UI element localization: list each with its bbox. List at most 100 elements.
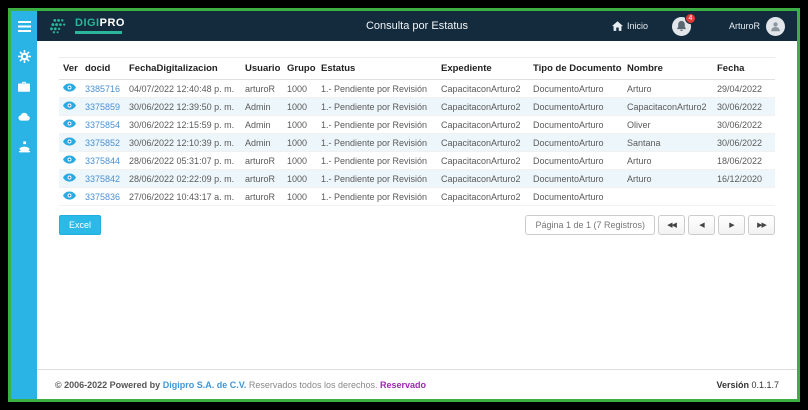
cell-usuario: Admin — [241, 133, 283, 152]
cell-estatus: 1.- Pendiente por Revisión — [317, 79, 437, 98]
cell-expediente: CapacitaconArturo2 — [437, 133, 529, 152]
pagination-next-button[interactable]: ▶ — [718, 215, 745, 235]
logo-tagline-bar — [75, 31, 122, 34]
docid-link[interactable]: 3375842 — [85, 174, 120, 184]
cell-ver — [59, 187, 81, 206]
cell-fecha: 16/12/2020 — [713, 169, 775, 188]
top-header: DIGIPRO Consulta por Estatus Inicio 4 Ar… — [37, 11, 797, 41]
reserved-link[interactable]: Reservado — [380, 380, 426, 390]
hand-icon[interactable] — [17, 140, 31, 153]
notification-badge: 4 — [684, 12, 696, 24]
pagination-last-button[interactable]: ▶▶ — [748, 215, 775, 235]
cloud-icon[interactable] — [17, 110, 31, 123]
footer: © 2006-2022 Powered by Digipro S.A. de C… — [37, 369, 797, 399]
cell-grupo: 1000 — [283, 115, 317, 134]
view-eye-icon[interactable] — [63, 101, 76, 110]
logo-pro: PRO — [99, 17, 125, 30]
gear-icon[interactable] — [17, 50, 31, 63]
cell-docid: 3385716 — [81, 79, 125, 98]
cell-ver — [59, 169, 81, 188]
column-header: FechaDigitalizacion — [125, 57, 241, 80]
cell-expediente: CapacitaconArturo2 — [437, 79, 529, 98]
cell-nombre: Arturo — [623, 79, 713, 98]
table-header-row: Ver docid FechaDigitalizacion Usuario Grupo E… — [59, 57, 775, 80]
digipro-logo[interactable]: DIGIPRO — [49, 18, 125, 34]
logo-dots-icon — [50, 18, 66, 34]
table-row: 3375854 30/06/2022 12:15:59 p. m. Admin … — [59, 115, 775, 134]
docid-link[interactable]: 3385716 — [85, 84, 120, 94]
table-body: 3385716 04/07/2022 12:40:48 p. m. arturo… — [59, 79, 775, 206]
column-header: Nombre — [623, 57, 713, 80]
header-actions: Inicio 4 ArturoR — [611, 12, 785, 36]
cell-expediente: CapacitaconArturo2 — [437, 115, 529, 134]
column-header: Expediente — [437, 57, 529, 80]
pagination-summary: Página 1 de 1 (7 Registros) — [525, 215, 655, 235]
cell-fecha: 30/06/2022 — [713, 133, 775, 152]
view-eye-icon[interactable] — [63, 83, 76, 92]
cell-usuario: arturoR — [241, 79, 283, 98]
cell-estatus: 1.- Pendiente por Revisión — [317, 169, 437, 188]
view-eye-icon[interactable] — [63, 173, 76, 182]
cell-ver — [59, 97, 81, 116]
cell-ver — [59, 151, 81, 170]
cell-ver — [59, 115, 81, 134]
docid-link[interactable]: 3375854 — [85, 120, 120, 130]
cell-grupo: 1000 — [283, 97, 317, 116]
docid-link[interactable]: 3375844 — [85, 156, 120, 166]
column-header: Usuario — [241, 57, 283, 80]
view-eye-icon[interactable] — [63, 191, 76, 200]
view-eye-icon[interactable] — [63, 155, 76, 164]
excel-export-button[interactable]: Excel — [59, 215, 102, 235]
cell-docid: 3375852 — [81, 133, 125, 152]
rights-text: Reservados todos los derechos. — [248, 379, 378, 390]
cell-grupo: 1000 — [283, 79, 317, 98]
docid-link[interactable]: 3375859 — [85, 102, 120, 112]
cell-tipo-documento: DocumentoArturo — [529, 133, 623, 152]
cell-docid: 3375859 — [81, 97, 125, 116]
user-menu[interactable]: ArturoR — [729, 16, 785, 36]
cell-estatus: 1.- Pendiente por Revisión — [317, 97, 437, 116]
cell-fecha-digitalizacion: 30/06/2022 12:15:59 p. m. — [125, 115, 241, 134]
table-row: 3385716 04/07/2022 12:40:48 p. m. arturo… — [59, 79, 775, 98]
cell-fecha: 29/04/2022 — [713, 79, 775, 98]
cell-fecha-digitalizacion: 30/06/2022 12:10:39 p. m. — [125, 133, 241, 152]
cell-estatus: 1.- Pendiente por Revisión — [317, 133, 437, 152]
cell-nombre: Arturo — [623, 169, 713, 188]
cell-tipo-documento: DocumentoArturo — [529, 151, 623, 170]
company-link[interactable]: Digipro S.A. de C.V. — [163, 380, 247, 390]
cell-expediente: CapacitaconArturo2 — [437, 97, 529, 116]
inicio-label: Inicio — [626, 21, 648, 31]
cell-estatus: 1.- Pendiente por Revisión — [317, 187, 437, 206]
table-row: 3375842 28/06/2022 02:22:09 p. m. arturo… — [59, 169, 775, 188]
cell-nombre — [623, 187, 713, 206]
briefcase-icon[interactable] — [17, 80, 31, 93]
notifications-button[interactable]: 4 — [671, 12, 696, 36]
docid-link[interactable]: 3375836 — [85, 192, 120, 202]
cell-nombre: Oliver — [623, 115, 713, 134]
cell-estatus: 1.- Pendiente por Revisión — [317, 151, 437, 170]
table-row: 3375852 30/06/2022 12:10:39 p. m. Admin … — [59, 133, 775, 152]
inicio-button[interactable]: Inicio — [611, 21, 648, 31]
menu-icon[interactable] — [17, 20, 31, 33]
pagination-first-button[interactable]: ◀◀ — [658, 215, 685, 235]
cell-tipo-documento: DocumentoArturo — [529, 79, 623, 98]
cell-nombre: Santana — [623, 133, 713, 152]
cell-grupo: 1000 — [283, 151, 317, 170]
view-eye-icon[interactable] — [63, 119, 76, 128]
column-header: Fecha — [713, 57, 775, 80]
cell-docid: 3375836 — [81, 187, 125, 206]
cell-grupo: 1000 — [283, 187, 317, 206]
home-icon — [611, 21, 623, 31]
cell-fecha-digitalizacion: 04/07/2022 12:40:48 p. m. — [125, 79, 241, 98]
cell-expediente: CapacitaconArturo2 — [437, 187, 529, 206]
pagination-prev-button[interactable]: ◀ — [688, 215, 715, 235]
column-header: docid — [81, 57, 125, 80]
cell-usuario: Admin — [241, 97, 283, 116]
cell-tipo-documento: DocumentoArturo — [529, 115, 623, 134]
cell-docid: 3375842 — [81, 169, 125, 188]
table-row: 3375844 28/06/2022 05:31:07 p. m. arturo… — [59, 151, 775, 170]
docid-link[interactable]: 3375852 — [85, 138, 120, 148]
cell-ver — [59, 79, 81, 98]
main-area: DIGIPRO Consulta por Estatus Inicio 4 Ar… — [37, 11, 797, 399]
view-eye-icon[interactable] — [63, 137, 76, 146]
